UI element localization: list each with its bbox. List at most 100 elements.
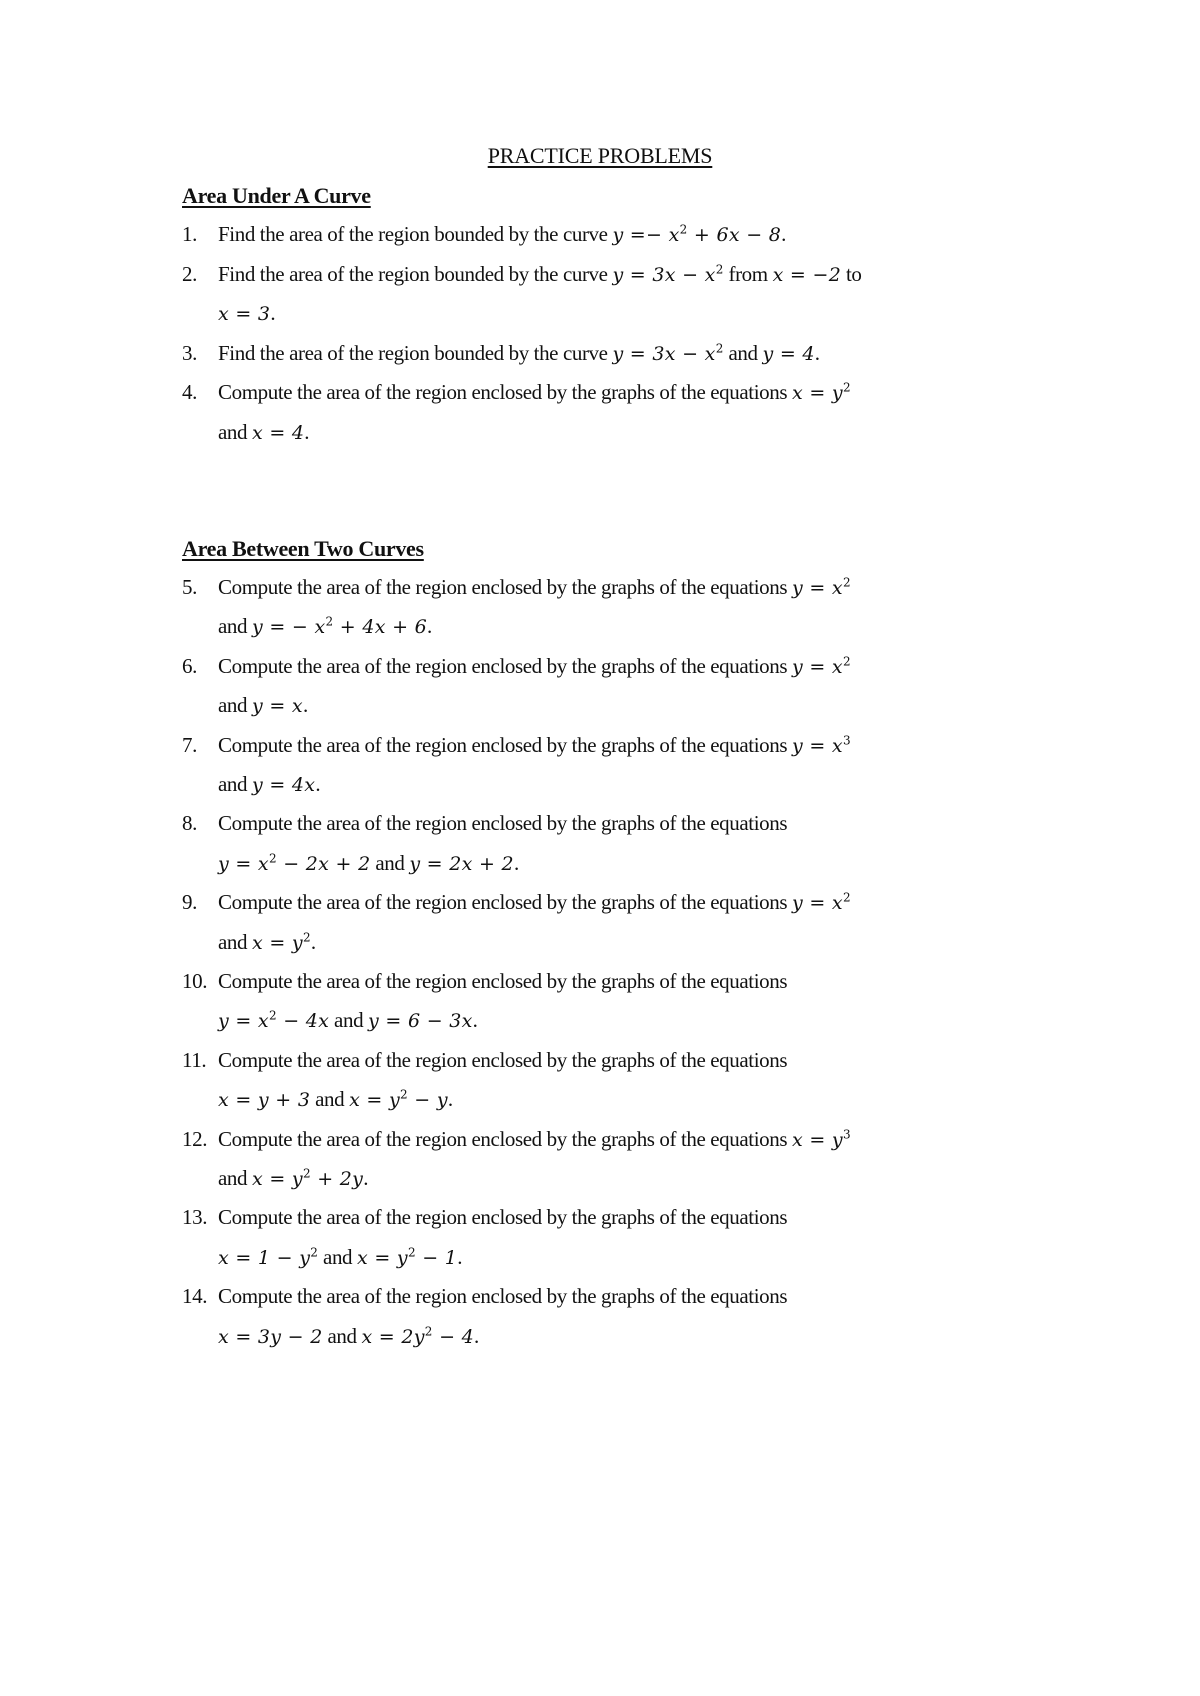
problem-continuation: x = 3y − 2 and x = 2y2 − 4.	[218, 1324, 479, 1349]
problem-number: 4.	[182, 380, 197, 405]
punctuation: .	[457, 1244, 463, 1269]
equation: y = 3x − x2	[612, 262, 724, 286]
problem-number: 7.	[182, 732, 197, 757]
connector-text: and	[218, 693, 252, 718]
problem-text: Find the area of the region bounded by t…	[218, 222, 786, 247]
problem-text: Compute the area of the region enclosed …	[218, 1127, 851, 1152]
problem-statement: Compute the area of the region enclosed …	[218, 732, 792, 757]
equation: x = 1 − y2	[218, 1245, 319, 1269]
document-page: PRACTICE PROBLEMS Area Under A Curve 1. F…	[0, 0, 1200, 1696]
section-heading-area-under-curve: Area Under A Curve	[182, 183, 371, 208]
connector-text: and	[218, 929, 252, 954]
problem-text: Compute the area of the region enclosed …	[218, 380, 851, 405]
problem-statement: Compute the area of the region enclosed …	[218, 1205, 788, 1230]
connector-text: and	[329, 1008, 369, 1033]
problem-text: Compute the area of the region enclosed …	[218, 1047, 788, 1073]
equation: x = 4	[251, 422, 305, 444]
punctuation: .	[270, 301, 276, 326]
problem-statement: Compute the area of the region enclosed …	[218, 653, 792, 678]
problem-number: 1.	[182, 222, 197, 246]
page-title: PRACTICE PROBLEMS	[487, 143, 713, 168]
connector-text: and	[318, 1244, 358, 1269]
equation: y = x	[251, 695, 303, 718]
problem-statement: Compute the area of the region enclosed …	[218, 380, 792, 405]
equation: y = − x2 + 4x + 6	[251, 615, 428, 639]
problem-statement: Compute the area of the region enclosed …	[218, 575, 792, 599]
connector-text: and	[310, 1087, 350, 1112]
connector-text: and	[218, 772, 252, 796]
punctuation: .	[304, 420, 310, 444]
equation: x = y2	[251, 930, 311, 954]
problem-text: Compute the area of the region enclosed …	[218, 654, 851, 679]
equation: y = x2 − 4x	[218, 1009, 330, 1033]
problem-statement: Compute the area of the region enclosed …	[218, 1047, 788, 1072]
problem-continuation: x = 3.	[218, 301, 276, 326]
connector-text: from	[723, 261, 773, 286]
equation: x = y2 + 2y	[251, 1166, 364, 1190]
punctuation: .	[447, 1087, 453, 1112]
equation: y = 4	[762, 342, 815, 365]
problem-text: Compute the area of the region enclosed …	[218, 575, 851, 600]
equation: y = 2x + 2	[409, 852, 514, 875]
problem-continuation: and y = − x2 + 4x + 6.	[218, 614, 432, 639]
connector-text: and	[322, 1323, 362, 1348]
equation: y = x2	[792, 575, 851, 599]
problem-statement: Compute the area of the region enclosed …	[218, 890, 792, 915]
punctuation: .	[363, 1166, 369, 1190]
punctuation: .	[472, 1008, 478, 1033]
punctuation: to	[841, 261, 862, 286]
punctuation: .	[310, 929, 316, 954]
problem-continuation: x = 1 − y2 and x = y2 − 1.	[218, 1245, 462, 1270]
punctuation: .	[315, 772, 321, 796]
problem-number: 9.	[182, 890, 197, 915]
connector-text: and	[370, 850, 410, 875]
problem-number: 8.	[182, 811, 197, 836]
problem-statement: Compute the area of the region enclosed …	[218, 811, 788, 836]
punctuation: .	[781, 222, 786, 246]
problem-continuation: and y = x.	[218, 693, 308, 718]
problem-number: 5.	[182, 575, 197, 599]
connector-text: and	[218, 420, 252, 444]
problem-number: 11.	[182, 1047, 207, 1072]
problem-text: Compute the area of the region enclosed …	[218, 1205, 788, 1230]
equation: y = 4x	[251, 774, 316, 796]
equation: y = 6 − 3x	[368, 1010, 473, 1033]
problem-continuation: and x = 4.	[218, 420, 310, 445]
connector-text: and	[218, 614, 252, 639]
punctuation: .	[474, 1323, 479, 1348]
problem-text: Find the area of the region bounded by t…	[218, 341, 820, 366]
equation: x = 2y2 − 4	[361, 1324, 475, 1348]
problem-continuation: y = x2 − 2x + 2 and y = 2x + 2.	[218, 851, 519, 876]
problem-continuation: y = x2 − 4x and y = 6 − 3x.	[218, 1008, 478, 1033]
equation: x = y3	[792, 1127, 851, 1151]
problem-statement: Compute the area of the region enclosed …	[218, 1126, 792, 1151]
equation: x = y2 − 1	[357, 1245, 458, 1269]
problem-number: 12.	[182, 1126, 208, 1151]
problem-continuation: x = y + 3 and x = y2 − y.	[218, 1087, 453, 1112]
problem-text: Compute the area of the region enclosed …	[218, 733, 851, 758]
problem-continuation: and x = y2.	[218, 930, 316, 955]
problem-number: 13.	[182, 1205, 208, 1230]
problem-statement: Find the area of the region bounded by t…	[218, 261, 613, 286]
punctuation: .	[427, 614, 432, 639]
equation: x = y2	[792, 381, 851, 405]
equation: y = 3x − x2	[612, 341, 724, 365]
equation: y = x2	[792, 890, 851, 915]
punctuation: .	[302, 693, 308, 718]
problem-continuation: and x = y2 + 2y.	[218, 1166, 368, 1191]
problem-number: 2.	[182, 261, 197, 286]
problem-statement: Find the area of the region bounded by t…	[218, 340, 613, 365]
problem-continuation: and y = 4x.	[218, 772, 321, 797]
connector-text: and	[218, 1166, 252, 1190]
problem-statement: Compute the area of the region enclosed …	[218, 969, 788, 993]
equation: x = −2	[772, 263, 842, 286]
problem-text: Compute the area of the region enclosed …	[218, 811, 788, 836]
equation: x = y + 3	[218, 1089, 311, 1112]
problem-statement: Compute the area of the region enclosed …	[218, 1284, 788, 1309]
problem-number: 14.	[182, 1284, 208, 1309]
punctuation: .	[814, 340, 820, 365]
equation: y =− x2 + 6x − 8	[612, 222, 782, 246]
problem-statement: Find the area of the region bounded by t…	[218, 222, 613, 246]
equation: y = x3	[792, 733, 851, 757]
section-heading-area-between-curves: Area Between Two Curves	[182, 536, 424, 561]
